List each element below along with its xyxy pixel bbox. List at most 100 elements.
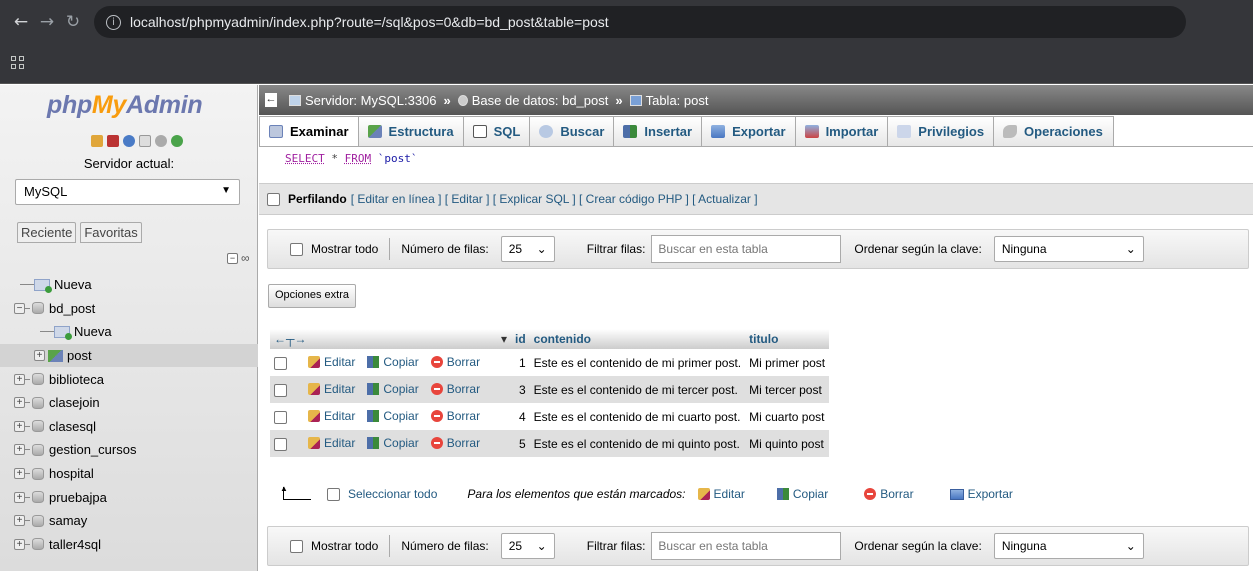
tree-item-post[interactable]: + post — [0, 343, 258, 368]
cell-titulo[interactable]: Mi cuarto post — [745, 403, 830, 430]
select-all-checkbox[interactable] — [327, 487, 340, 501]
table-row[interactable]: Editar Copiar Borrar 4 Este es el contenido … — [270, 403, 830, 430]
reload-icon[interactable]: ↻ — [60, 12, 86, 32]
cell-contenido[interactable]: Este es el contenido de mi tercer post. — [529, 376, 746, 403]
sort-select[interactable]: Ninguna ⌄ — [993, 236, 1144, 262]
sql-query[interactable]: SELECT * FROM `post` — [285, 152, 418, 165]
tree-item-pruebajpa[interactable]: + pruebajpa — [0, 485, 258, 509]
tree-item-gestion-cursos[interactable]: + gestion_cursos — [0, 438, 258, 462]
expand-icon[interactable]: + — [14, 373, 25, 385]
select-all-label[interactable]: Seleccionar todo — [348, 487, 437, 501]
server-select[interactable]: MySQL ▼ — [15, 179, 240, 205]
expand-icon[interactable]: + — [14, 420, 25, 432]
tab-operaciones[interactable]: Operaciones — [993, 116, 1114, 146]
tab-examinar[interactable]: Examinar — [259, 116, 359, 146]
row-checkbox[interactable] — [274, 383, 287, 397]
cell-id[interactable]: 1 — [511, 349, 530, 376]
column-arrows-icon[interactable]: ←┬→ — [274, 332, 307, 346]
copy-link[interactable]: Copiar — [367, 409, 419, 423]
expand-icon[interactable]: + — [14, 515, 25, 527]
tab-favorites[interactable]: Favoritas — [80, 222, 142, 243]
delete-link[interactable]: Borrar — [430, 409, 480, 423]
query-action-links[interactable]: [ Editar en línea ] [ Editar ] [ Explica… — [351, 192, 758, 206]
sort-arrow-icon[interactable]: ▾ — [501, 332, 507, 346]
link-icon[interactable]: ∞ — [241, 251, 250, 265]
edit-link[interactable]: Editar — [308, 409, 355, 423]
edit-link[interactable]: Editar — [308, 436, 355, 450]
edit-link[interactable]: Editar — [308, 355, 355, 369]
profiling-checkbox[interactable] — [267, 192, 280, 206]
copy-link[interactable]: Copiar — [367, 355, 419, 369]
exit-icon[interactable] — [107, 135, 119, 147]
tab-insertar[interactable]: Insertar — [613, 116, 703, 146]
show-all-checkbox[interactable] — [290, 539, 303, 553]
home-icon[interactable] — [91, 135, 103, 147]
expand-icon[interactable]: + — [14, 468, 25, 480]
collapse-all-icon[interactable]: − — [227, 253, 238, 264]
tab-importar[interactable]: Importar — [794, 116, 889, 146]
collapse-icon[interactable]: − — [14, 302, 25, 314]
edit-link[interactable]: Editar — [308, 382, 355, 396]
expand-icon[interactable]: + — [14, 538, 25, 550]
copy-link[interactable]: Copiar — [367, 382, 419, 396]
expand-icon[interactable]: + — [14, 444, 25, 456]
filter-input[interactable]: Buscar en esta tabla — [651, 532, 842, 560]
tab-estructura[interactable]: Estructura — [357, 116, 464, 146]
cell-id[interactable]: 4 — [511, 403, 530, 430]
column-id[interactable]: id — [511, 329, 530, 349]
column-contenido[interactable]: contenido — [529, 329, 746, 349]
apps-grid-icon[interactable] — [11, 56, 24, 69]
address-bar[interactable]: i localhost/phpmyadmin/index.php?route=/… — [94, 6, 1186, 38]
refresh-icon[interactable] — [171, 135, 183, 147]
show-all-checkbox[interactable] — [290, 242, 303, 256]
table-row[interactable]: Editar Copiar Borrar 1 Este es el contenido … — [270, 349, 830, 376]
column-resize-controls[interactable]: ←┬→ ▾ — [270, 329, 511, 349]
tree-item-taller4sql[interactable]: + taller4sql — [0, 533, 258, 557]
breadcrumb-table[interactable]: Tabla: post — [646, 93, 709, 108]
tree-item-biblioteca[interactable]: + biblioteca — [0, 367, 258, 391]
tab-sql[interactable]: SQL — [462, 116, 531, 146]
tree-item-bd-post[interactable]: − bd_post — [0, 297, 258, 321]
docs-icon[interactable] — [139, 135, 151, 147]
cell-titulo[interactable]: Mi tercer post — [745, 376, 830, 403]
cell-id[interactable]: 5 — [511, 430, 530, 457]
bulk-delete-button[interactable]: Borrar — [864, 487, 914, 501]
breadcrumb-database[interactable]: Base de datos: bd_post — [472, 93, 609, 108]
forward-arrow-icon[interactable]: → — [34, 12, 60, 32]
breadcrumb-server[interactable]: Servidor: MySQL:3306 — [305, 93, 437, 108]
extra-options-button[interactable]: Opciones extra — [268, 284, 356, 308]
bulk-edit-button[interactable]: Editar — [697, 487, 745, 501]
help-icon[interactable] — [123, 135, 135, 147]
tree-item-clasejoin[interactable]: + clasejoin — [0, 391, 258, 415]
rows-select[interactable]: 25 ⌄ — [500, 533, 555, 559]
tree-item-samay[interactable]: + samay — [0, 509, 258, 533]
cell-titulo[interactable]: Mi quinto post — [745, 430, 830, 457]
tab-exportar[interactable]: Exportar — [701, 116, 796, 146]
tab-buscar[interactable]: Buscar — [529, 116, 615, 146]
phpmyadmin-logo[interactable]: phpMyAdmin — [47, 91, 203, 120]
tree-item-clasesql[interactable]: + clasesql — [0, 415, 258, 439]
sort-select[interactable]: Ninguna ⌄ — [993, 533, 1144, 559]
rows-select[interactable]: 25 ⌄ — [500, 236, 555, 262]
back-arrow-icon[interactable]: ← — [265, 93, 277, 107]
tree-item-nueva[interactable]: Nueva — [0, 273, 258, 297]
row-checkbox[interactable] — [274, 410, 287, 424]
bulk-export-button[interactable]: Exportar — [949, 487, 1013, 501]
expand-icon[interactable]: + — [34, 350, 45, 362]
tab-privilegios[interactable]: Privilegios — [887, 116, 995, 146]
column-titulo[interactable]: titulo — [745, 329, 830, 349]
bulk-copy-button[interactable]: Copiar — [776, 487, 828, 501]
back-arrow-icon[interactable]: ← — [8, 12, 34, 32]
tree-item-hospital[interactable]: + hospital — [0, 462, 258, 486]
cell-contenido[interactable]: Este es el contenido de mi quinto post. — [529, 430, 746, 457]
copy-link[interactable]: Copiar — [367, 436, 419, 450]
expand-icon[interactable]: + — [14, 491, 25, 503]
expand-icon[interactable]: + — [14, 397, 25, 409]
table-row[interactable]: Editar Copiar Borrar 5 Este es el contenido … — [270, 430, 830, 457]
tab-recent[interactable]: Reciente — [17, 222, 77, 243]
table-row[interactable]: Editar Copiar Borrar 3 Este es el contenido … — [270, 376, 830, 403]
delete-link[interactable]: Borrar — [430, 436, 480, 450]
row-checkbox[interactable] — [274, 356, 287, 370]
row-checkbox[interactable] — [274, 437, 287, 451]
delete-link[interactable]: Borrar — [430, 355, 480, 369]
